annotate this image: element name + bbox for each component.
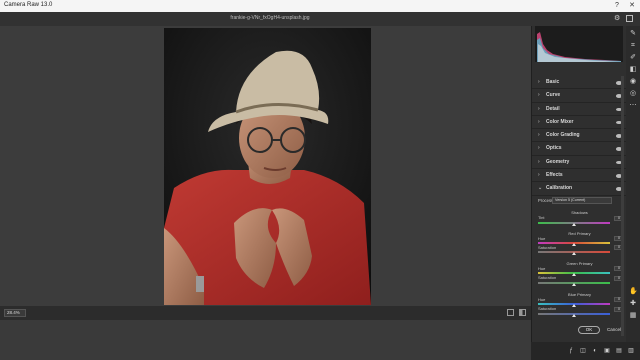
blue-sat-knob[interactable] [572, 314, 576, 317]
before-after-icon[interactable] [507, 309, 514, 316]
section-label: Color Grading [546, 132, 580, 139]
process-select[interactable]: Version 5 (Current) [552, 197, 612, 204]
section-label: Detail [546, 105, 560, 112]
portrait-image [164, 28, 371, 305]
close-button[interactable]: ✕ [625, 1, 639, 11]
layers-icon[interactable]: ▥ [627, 347, 635, 355]
image-canvas[interactable] [0, 26, 531, 306]
tint-knob[interactable] [572, 223, 576, 226]
hand-icon[interactable]: ✋ [629, 288, 638, 296]
section-geometry[interactable]: › Geometry [532, 156, 627, 170]
edit-icon[interactable]: ✎ [629, 30, 637, 38]
section-color-grading[interactable]: › Color Grading [532, 129, 627, 143]
redeye-icon[interactable]: ◉ [629, 78, 637, 86]
tool-strip: ✎ ⌗ ✐ ◧ ◉ ◎ ⋯ ✋ ✚ ▦ [626, 26, 640, 360]
blue-hue-knob[interactable] [572, 304, 576, 307]
section-label: Color Mixer [546, 118, 574, 125]
file-name: frankie-g-VNr_fxOgH4-unsplash.jpg [230, 15, 310, 21]
sampler-icon[interactable]: ✚ [629, 300, 637, 308]
split-view-icon[interactable] [519, 309, 526, 316]
section-detail[interactable]: › Detail [532, 103, 627, 116]
tint-label: Tint [538, 215, 545, 220]
section-color-mixer[interactable]: › Color Mixer [532, 116, 627, 130]
red-hue-knob[interactable] [572, 243, 576, 246]
section-label: Geometry [546, 158, 570, 165]
fx-icon[interactable]: ƒ [567, 347, 575, 355]
section-basic[interactable]: › Basic [532, 76, 627, 90]
window-title: Camera Raw 13.0 [4, 2, 53, 8]
section-label: Effects [546, 172, 563, 179]
cancel-button[interactable]: Cancel [607, 327, 621, 332]
fullscreen-icon[interactable] [626, 15, 633, 22]
crop-icon[interactable]: ⌗ [629, 42, 637, 50]
folder-icon[interactable]: ▤ [615, 347, 623, 355]
bottom-area [0, 320, 531, 360]
blue-hue-label: Hue [538, 297, 546, 302]
snapshot-icon[interactable]: ▣ [603, 347, 611, 355]
canvas-status-bar: 28.4% [0, 306, 531, 320]
mask-icon[interactable]: ◧ [629, 66, 637, 74]
green-sat-knob[interactable] [572, 283, 576, 286]
green-hue-label: Hue [538, 266, 546, 271]
photo-preview [164, 28, 371, 305]
blue-sat-label: Saturation [538, 306, 557, 311]
window-title-bar: Camera Raw 13.0 ? ✕ [0, 0, 640, 12]
brush-icon[interactable]: ✐ [629, 54, 637, 62]
section-curve[interactable]: › Curve [532, 89, 627, 103]
red-sat-label: Saturation [538, 245, 557, 250]
contrast-icon[interactable]: ◐ [591, 347, 599, 355]
grid-icon[interactable]: ▦ [629, 312, 637, 320]
histogram [535, 26, 623, 62]
blue-primary-title: Blue Primary [568, 292, 591, 297]
mask-overlay-icon[interactable]: ◫ [579, 347, 587, 355]
section-list: › Basic › Curve › Detail › Color Mixer › Colo… [532, 76, 627, 196]
process-label: Process [538, 198, 554, 203]
adjustments-panel: › Basic › Curve › Detail › Color Mixer › Colo… [531, 26, 627, 360]
section-label: Calibration [546, 185, 573, 192]
green-hue-knob[interactable] [572, 273, 576, 276]
ok-button[interactable]: OK [578, 326, 600, 334]
file-header: frankie-g-VNr_fxOgH4-unsplash.jpg ⚙ [0, 12, 640, 26]
zoom-select[interactable]: 28.4% [4, 309, 26, 317]
help-button[interactable]: ? [610, 1, 624, 11]
green-primary-title: Green Primary [566, 261, 593, 266]
shadows-title: Shadows [571, 210, 588, 215]
presets-icon[interactable]: ◎ [629, 90, 637, 98]
section-label: Basic [546, 79, 560, 85]
red-hue-label: Hue [538, 236, 546, 241]
red-primary-title: Red Primary [568, 231, 591, 236]
green-sat-label: Saturation [538, 275, 557, 280]
section-label: Optics [546, 145, 562, 152]
section-calibration[interactable]: ⌄ Calibration [532, 182, 627, 196]
gear-icon[interactable]: ⚙ [614, 14, 620, 22]
more-icon[interactable]: ⋯ [629, 102, 637, 110]
red-sat-knob[interactable] [572, 252, 576, 255]
section-label: Curve [546, 92, 561, 99]
section-optics[interactable]: › Optics [532, 142, 627, 156]
panel-scrollbar[interactable] [621, 76, 624, 336]
section-effects[interactable]: › Effects [532, 169, 627, 183]
footer-toolbar: ƒ ◫ ◐ ▣ ▤ ▥ [531, 342, 640, 360]
